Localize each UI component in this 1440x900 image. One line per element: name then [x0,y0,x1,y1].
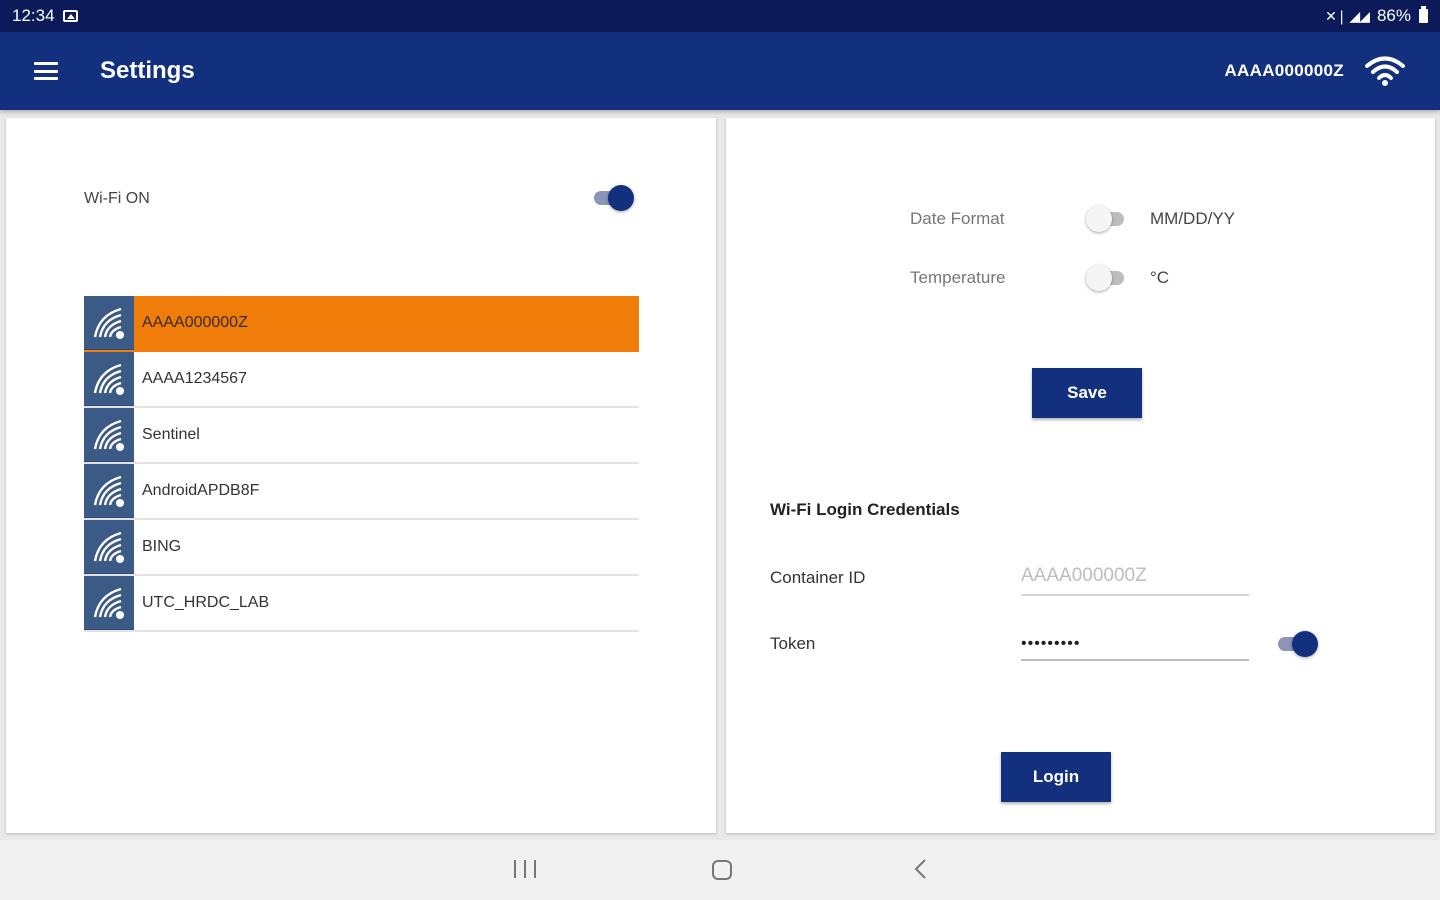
token-label: Token [770,634,816,653]
temperature-label: Temperature [910,268,1006,287]
home-icon[interactable] [712,860,732,880]
battery-percent: 86% [1376,6,1411,25]
app-bar-right: AAAA000000Z [1224,55,1406,87]
date-format-value: MM/DD/YY [1150,209,1235,228]
wifi-toggle[interactable] [592,184,636,212]
container-id-underline [1021,594,1249,596]
date-format-label: Date Format [910,209,1005,228]
temperature-value: °C [1150,268,1170,287]
wifi-signal-icon [84,464,134,518]
menu-icon[interactable] [34,62,58,80]
status-bar: 12:34 ✕❘ ◢◢ 86% [0,0,1440,32]
battery-icon [1419,6,1428,23]
network-item[interactable]: AAAA000000Z [84,296,639,352]
signal-icons: ✕❘ ◢◢ [1325,7,1370,24]
network-list: AAAA000000Z AAAA1234567 Sentinel AndroidAPD… [84,296,639,632]
save-button[interactable]: Save [1032,368,1142,418]
wifi-signal-icon [84,576,134,630]
status-right: ✕❘ ◢◢ 86% [1325,6,1428,26]
network-item[interactable]: UTC_HRDC_LAB [84,576,639,632]
status-left: 12:34 [12,6,78,26]
system-nav-bar [0,840,1440,900]
back-icon[interactable] [912,858,930,880]
network-item[interactable]: BING [84,520,639,576]
wifi-signal-icon [84,296,134,350]
status-time: 12:34 [12,6,55,25]
wifi-on-label: Wi-Fi ON [84,190,150,207]
network-ssid: UTC_HRDC_LAB [142,594,270,611]
page-title: Settings [100,57,195,84]
wifi-panel: Wi-Fi ON AAAA000000Z AAAA1234567 Sentinel A… [6,118,716,833]
app-bar: Settings AAAA000000Z [0,32,1440,110]
recents-icon[interactable] [514,858,536,880]
network-ssid: Sentinel [142,426,200,443]
image-notification-icon [62,10,78,22]
show-token-toggle[interactable] [1276,630,1320,658]
wifi-signal-icon [84,408,134,462]
network-ssid: AAAA000000Z [142,314,248,331]
network-item[interactable]: AAAA1234567 [84,352,639,408]
date-format-toggle[interactable] [1086,205,1130,233]
wifi-signal-icon [84,520,134,574]
network-ssid: AndroidAPDB8F [142,482,260,499]
connected-ssid: AAAA000000Z [1224,61,1344,80]
login-button[interactable]: Login [1001,752,1111,802]
network-item[interactable]: AndroidAPDB8F [84,464,639,520]
credentials-title: Wi-Fi Login Credentials [770,500,960,519]
container-id-input[interactable] [1021,558,1249,594]
temperature-toggle[interactable] [1086,264,1130,292]
wifi-signal-icon [84,352,134,406]
wifi-icon[interactable] [1364,55,1406,87]
network-ssid: BING [142,538,182,555]
network-item[interactable]: Sentinel [84,408,639,464]
network-ssid: AAAA1234567 [142,370,247,387]
container-id-label: Container ID [770,568,866,587]
token-underline [1021,659,1249,661]
preferences-panel: Date Format MM/DD/YY Temperature °C Save… [726,118,1435,833]
